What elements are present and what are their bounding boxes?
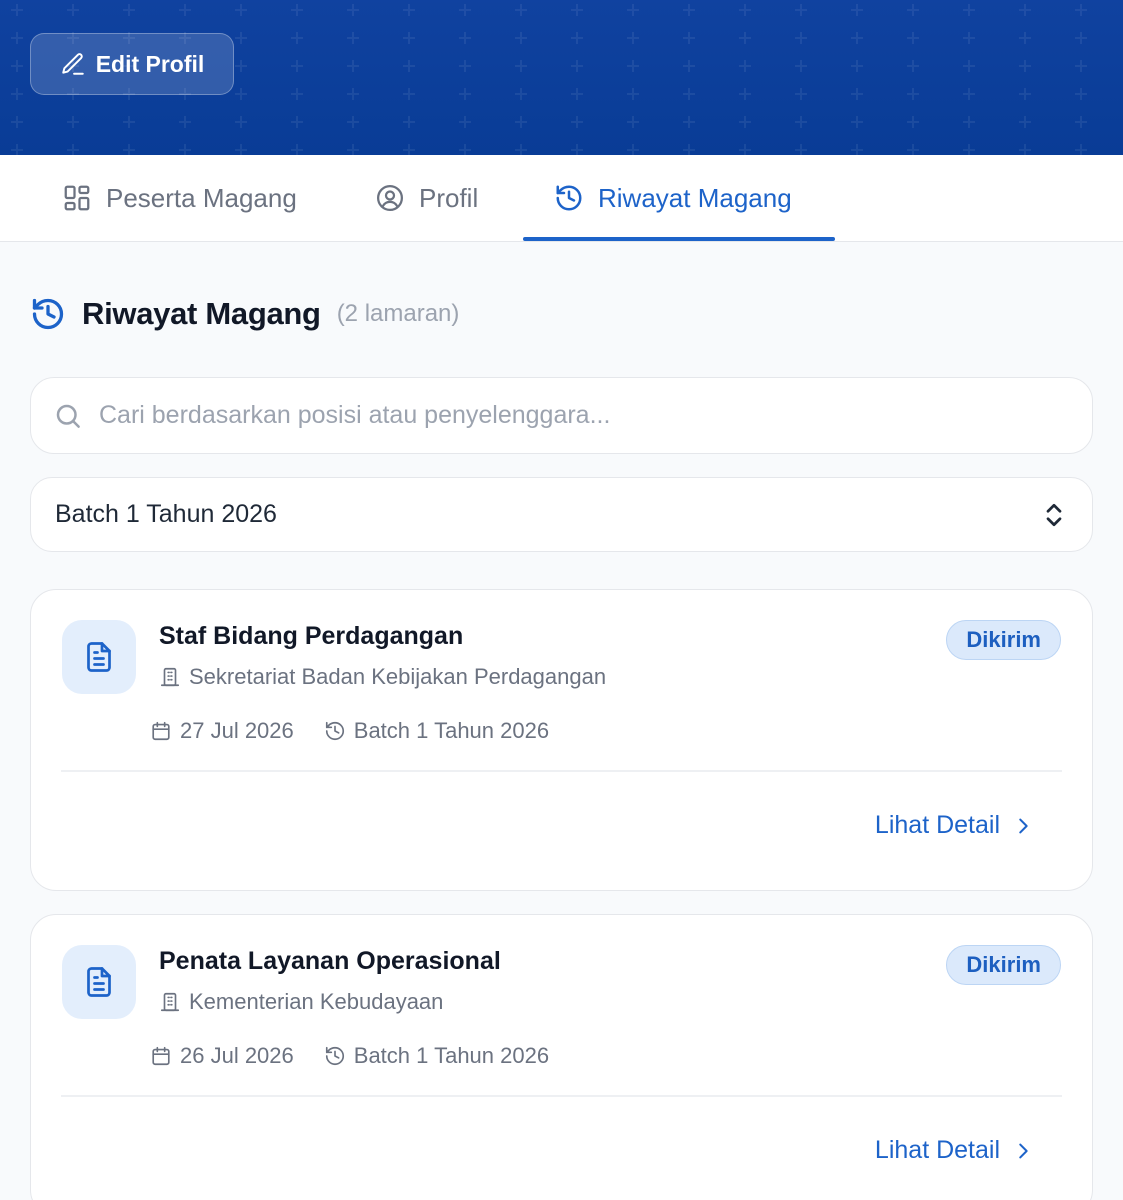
application-date: 26 Jul 2026 bbox=[150, 1043, 294, 1069]
status-badge: Dikirim bbox=[946, 945, 1061, 985]
batch-select-value: Batch 1 Tahun 2026 bbox=[55, 500, 277, 528]
chevron-up-down-icon bbox=[1046, 503, 1062, 526]
tab-label: Peserta Magang bbox=[106, 182, 297, 213]
application-batch: Batch 1 Tahun 2026 bbox=[324, 718, 549, 744]
application-date: 27 Jul 2026 bbox=[150, 718, 294, 744]
grid-icon bbox=[64, 185, 90, 211]
view-detail-link[interactable]: Lihat Detail bbox=[875, 1136, 1034, 1165]
document-icon-badge bbox=[62, 945, 136, 1019]
active-tab-indicator bbox=[523, 237, 835, 241]
calendar-icon bbox=[152, 1046, 170, 1066]
organization-name: Sekretariat Badan Kebijakan Perdagangan bbox=[189, 664, 607, 689]
view-detail-label: Lihat Detail bbox=[874, 811, 1000, 839]
history-icon bbox=[325, 721, 344, 741]
tab-peserta-magang[interactable]: Peserta Magang bbox=[62, 155, 297, 241]
status-badge: Dikirim bbox=[946, 620, 1061, 660]
section-heading: Riwayat Magang (2 lamaran) bbox=[30, 292, 459, 336]
organization-name: Kementerian Kebudayaan bbox=[189, 989, 444, 1014]
batch-text: Batch 1 Tahun 2026 bbox=[353, 718, 550, 743]
tab-label: Profil bbox=[419, 182, 479, 213]
position-title: Staf Bidang Perdagangan bbox=[159, 622, 464, 650]
history-icon bbox=[32, 298, 64, 330]
application-meta: 27 Jul 2026 Batch 1 Tahun 2026 bbox=[150, 718, 549, 744]
application-card: Penata Layanan Operasional Kementerian K… bbox=[30, 914, 1093, 1200]
building-icon bbox=[160, 667, 180, 687]
tab-profil[interactable]: Profil bbox=[375, 155, 478, 241]
card-divider bbox=[61, 770, 1062, 772]
document-icon bbox=[87, 642, 111, 672]
profile-banner: Edit Profil bbox=[0, 0, 1123, 155]
search-input[interactable] bbox=[99, 401, 999, 430]
organization: Sekretariat Badan Kebijakan Perdagangan bbox=[159, 664, 606, 690]
document-icon-badge bbox=[62, 620, 136, 694]
date-text: 27 Jul 2026 bbox=[180, 718, 294, 743]
application-batch: Batch 1 Tahun 2026 bbox=[324, 1043, 549, 1069]
position-title: Penata Layanan Operasional bbox=[159, 947, 501, 975]
calendar-icon bbox=[152, 721, 170, 741]
search-bar[interactable] bbox=[30, 377, 1093, 454]
history-icon bbox=[325, 1046, 344, 1066]
view-detail-link[interactable]: Lihat Detail bbox=[875, 811, 1034, 840]
edit-profile-button[interactable]: Edit Profil bbox=[30, 33, 234, 95]
history-icon bbox=[556, 185, 582, 211]
pencil-icon bbox=[61, 53, 84, 75]
tab-bar: Peserta Magang Profil Riwayat Magang bbox=[0, 155, 1123, 242]
tab-riwayat-magang[interactable]: Riwayat Magang bbox=[554, 155, 792, 241]
search-icon bbox=[56, 404, 80, 428]
application-meta: 26 Jul 2026 Batch 1 Tahun 2026 bbox=[150, 1043, 549, 1069]
card-divider bbox=[61, 1095, 1062, 1097]
application-card: Staf Bidang Perdagangan Sekretariat Bada… bbox=[30, 589, 1093, 891]
batch-select[interactable]: Batch 1 Tahun 2026 bbox=[30, 477, 1093, 552]
batch-text: Batch 1 Tahun 2026 bbox=[353, 1043, 550, 1068]
organization: Kementerian Kebudayaan bbox=[159, 989, 443, 1015]
view-detail-label: Lihat Detail bbox=[874, 1136, 1000, 1164]
chevron-right-icon bbox=[1019, 818, 1028, 833]
document-icon bbox=[87, 967, 111, 997]
date-text: 26 Jul 2026 bbox=[180, 1043, 294, 1068]
user-circle-icon bbox=[377, 185, 403, 211]
building-icon bbox=[160, 992, 180, 1012]
edit-profile-label: Edit Profil bbox=[95, 50, 205, 77]
chevron-right-icon bbox=[1019, 1143, 1028, 1158]
tab-label: Riwayat Magang bbox=[598, 182, 792, 213]
application-count: (2 lamaran) bbox=[336, 300, 460, 327]
page-title: Riwayat Magang bbox=[82, 296, 321, 331]
